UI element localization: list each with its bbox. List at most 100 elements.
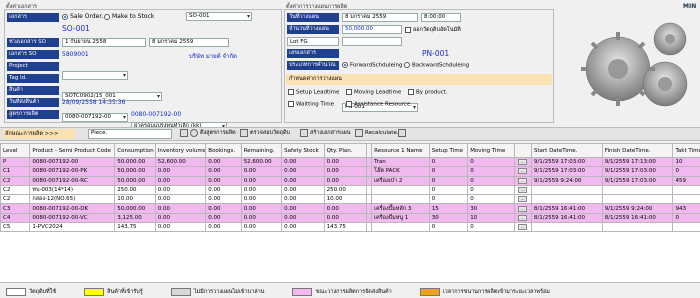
product-select[interactable]: 0080-007192-00 <box>62 113 128 122</box>
qty-input[interactable]: 50,000.00 <box>342 25 402 34</box>
column-header[interactable]: Moving Time <box>467 143 515 158</box>
legend-swatch <box>419 287 440 296</box>
mode-sale-radio[interactable]: Sale Order. <box>62 13 103 20</box>
column-header[interactable]: Setup Time <box>428 143 469 158</box>
table-cell: Tran <box>371 156 430 168</box>
table-cell: 15 <box>428 203 469 214</box>
table-cell: 9/1/2559 17:13:00 <box>601 156 674 168</box>
check-material-button[interactable]: ตรวจสอบวัตถุดิบ <box>240 129 290 137</box>
table-cell: C5 <box>0 222 31 233</box>
table-row[interactable]: C3 0080-007192-00-DK 50,000.00 0.00 0.00 0.00… <box>0 203 700 214</box>
table-cell: P <box>0 156 31 168</box>
method-forward-radio[interactable]: ForwardSchduleing <box>342 62 403 69</box>
table-cell: C2 <box>0 184 31 196</box>
table-row[interactable]: C2 0080-007192-00-RC 50,000.00 0.00 0.00 0.00… <box>0 175 700 186</box>
start-label: วันที่วางแผน <box>287 13 339 22</box>
box-icon <box>180 129 188 137</box>
recalculate-button[interactable]: Recalculate. <box>355 129 399 137</box>
column-header[interactable]: Remaining. <box>240 143 283 158</box>
table-cell: 0.00 <box>205 184 242 196</box>
table-cell: 0.00 <box>281 203 325 214</box>
table-cell: 10.00 <box>114 194 156 205</box>
row-detail-button[interactable]: ... <box>513 156 532 168</box>
gear-icon <box>190 129 198 137</box>
method-backward-radio[interactable]: BackwardSchduleing <box>404 62 469 69</box>
table-row[interactable]: C2 ทบ-003(14*14) 250.00 0.00 0.00 0.00 0.00 250… <box>0 184 700 196</box>
column-header[interactable]: Level <box>0 143 31 158</box>
column-header[interactable]: Bookings. <box>205 143 242 158</box>
waiting-time-checkbox[interactable]: Waitting Time <box>288 101 334 108</box>
table-cell: เครื่องปั๊มหลัก 3 <box>371 203 430 214</box>
start-date-picker[interactable]: 8 มกราคม 2559 <box>342 13 418 22</box>
column-header[interactable] <box>513 143 532 158</box>
date-from-picker[interactable]: 1 กันยายน 2558 <box>62 38 146 47</box>
row-detail-button[interactable]: ... <box>513 166 532 177</box>
table-cell: 0 <box>428 175 469 186</box>
table-cell: เครื่องปั๊มหนู 1 <box>371 212 430 224</box>
table-row[interactable]: C1 0080-007192-00-PK 50,000.00 0.00 0.00 0.00… <box>0 166 700 177</box>
column-header[interactable]: Finish DateTime. <box>601 143 674 158</box>
table-cell <box>601 222 674 233</box>
column-header[interactable]: Safety Stock <box>281 143 325 158</box>
exit-button[interactable] <box>398 129 406 137</box>
legend-item: ขณะวางการผลิตการจัดส่งสินค้า <box>292 287 392 296</box>
table-cell: 0.00 <box>240 175 283 186</box>
mode-stock-radio[interactable]: Make to Stock <box>104 13 154 20</box>
bom-button[interactable]: ดึงสูตรการผลิต <box>180 129 236 137</box>
project-select[interactable] <box>62 71 128 80</box>
doc-so-value[interactable]: 5809001 <box>62 51 89 58</box>
delivery-label: วันที่ส่งสินค้า <box>7 98 59 107</box>
legend-swatch <box>170 287 191 296</box>
row-detail-button[interactable]: ... <box>513 212 532 224</box>
legend-label: ขณะวางการผลิตการจัดส่งสินค้า <box>315 288 392 295</box>
table-cell: 0.00 <box>240 166 283 177</box>
legend-item: ไม่มีการวางแผนไม่เข้าบาล่าน <box>170 287 264 296</box>
row-detail-button[interactable]: ... <box>513 222 532 233</box>
assistance-resource-checkbox[interactable]: Assistance Resource. <box>346 101 412 108</box>
table-cell: 0.00 <box>281 156 325 168</box>
create-plan-button[interactable]: สร้างเอกสารแผน <box>300 129 351 137</box>
lot-input[interactable] <box>342 37 402 46</box>
table-cell: 0.00 <box>154 203 207 214</box>
table-cell <box>672 222 700 233</box>
column-header[interactable]: Start DateTime. <box>530 143 603 158</box>
table-cell: 0.00 <box>281 194 325 205</box>
column-header[interactable]: Product - Semi Product Code <box>29 143 116 158</box>
table-row[interactable]: P 0080-007192-00 50,000.00 52,600.00 0.00 52,… <box>0 156 700 168</box>
table-cell: 3,125.00 <box>114 212 156 224</box>
qty-auto-checkbox[interactable]: ออกวัตถุดิบอัตโนมัติ <box>405 26 461 34</box>
moving-leadtime-checkbox[interactable]: Moving Leadtime <box>346 89 401 96</box>
column-header[interactable]: Qty. Plan. <box>323 143 368 158</box>
row-detail-button[interactable]: ... <box>513 175 532 186</box>
table-cell: 50,000.00 <box>114 175 156 186</box>
so-select[interactable]: SO-001 <box>186 12 252 21</box>
table-cell: 0 <box>428 222 469 233</box>
legend-item: วัตถุดิบที่ใช้ <box>6 287 56 296</box>
byproduct-checkbox[interactable]: By product. <box>408 89 448 96</box>
column-header[interactable]: Consumption <box>114 143 156 158</box>
row-detail-button[interactable]: ... <box>513 194 532 205</box>
table-cell: 0.00 <box>154 212 207 224</box>
column-header[interactable]: Inventory volume. <box>154 143 207 158</box>
table-cell: 0.00 <box>205 194 242 205</box>
legend-label: เวลาการขนานการผลิตเข้ามาระยะเวลาพร้อม <box>442 288 550 295</box>
table-cell: 0.00 <box>154 166 207 177</box>
target-label: สูตรการผลิต <box>7 110 59 119</box>
setup-leadtime-checkbox[interactable]: Setup Leadtime <box>288 89 339 96</box>
row-detail-button[interactable]: ... <box>513 184 532 196</box>
table-row[interactable]: C5 1-PVC2024 143.75 0.00 0.00 0.00 0.00 143.75 0… <box>0 222 700 233</box>
date-to-picker[interactable]: 8 มกราคม 2559 <box>149 38 229 47</box>
table-cell: 50,000.00 <box>114 156 156 168</box>
start-time-input[interactable]: 8:00:00 <box>421 13 461 22</box>
table-cell: 52,600.00 <box>154 156 207 168</box>
row-detail-button[interactable]: ... <box>513 203 532 214</box>
tag-label: Tag Id. <box>7 74 59 83</box>
table-cell: 0 <box>428 194 469 205</box>
column-header[interactable]: Resource 1 Name <box>371 143 430 158</box>
table-cell: 0.00 <box>154 222 207 233</box>
table-cell: 0.00 <box>281 222 325 233</box>
table-row[interactable]: C2 กล่อง-12(NO.65) 10.00 0.00 0.00 0.00 0.00 10… <box>0 194 700 205</box>
table-cell: 0.00 <box>205 222 242 233</box>
table-row[interactable]: C4 0080-007192-00-VC 3,125.00 0.00 0.00 0.00 0… <box>0 212 700 224</box>
column-header[interactable]: Takt Time <box>672 143 700 158</box>
